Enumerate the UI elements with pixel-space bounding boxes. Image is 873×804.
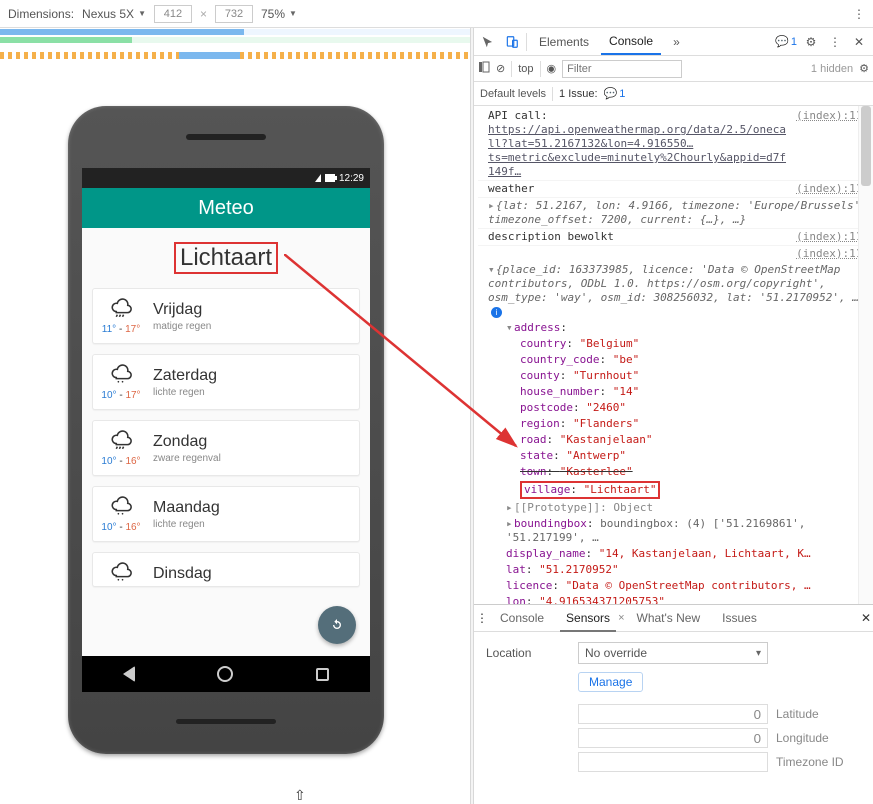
filter-input[interactable] [562, 60, 682, 78]
android-nav-bar [82, 656, 370, 692]
emulator-pane: 12:29 Meteo Lichtaart 11° - 17° [0, 28, 470, 804]
tab-elements[interactable]: Elements [531, 28, 597, 55]
sidebar-toggle-icon[interactable] [478, 61, 490, 76]
drawer-menu-icon[interactable]: ⋮ [476, 611, 488, 625]
location-select[interactable]: No override [578, 642, 768, 664]
kebab-icon[interactable]: ⋮ [825, 32, 845, 52]
dimensions-label: Dimensions: [8, 7, 74, 21]
expand-icon[interactable]: ▸ [488, 199, 496, 213]
app-title: Meteo [198, 197, 254, 220]
refresh-icon [329, 617, 345, 633]
drawer-tab-sensors[interactable]: Sensors [556, 605, 620, 631]
clear-console-icon[interactable]: ⊘ [496, 62, 505, 75]
console-toolbar: ⊘ top ◉ 1 hidden ⚙ [474, 56, 873, 82]
device-frame: 12:29 Meteo Lichtaart 11° - 17° [68, 106, 384, 754]
fab-refresh[interactable] [318, 606, 356, 644]
drawer-tab-whatsnew[interactable]: What's New [627, 605, 711, 631]
scrollbar[interactable] [858, 106, 873, 604]
rain-icon [109, 495, 134, 520]
timezone-label: Timezone ID [776, 755, 844, 769]
devtools-pane: Elements Console » 💬1 ⚙ ⋮ ✕ ⊘ top ◉ 1 hi… [474, 28, 873, 804]
context-select[interactable]: top [518, 63, 533, 75]
settings-icon[interactable]: ⚙ [801, 32, 821, 52]
issue-label: 1 Issue: [559, 88, 598, 100]
device-select[interactable]: Nexus 5X [82, 7, 146, 21]
rain-icon [109, 363, 134, 388]
resize-handle-icon[interactable]: ⇧ [294, 787, 306, 804]
android-status-bar: 12:29 [82, 168, 370, 188]
drawer-tab-console[interactable]: Console [490, 605, 554, 631]
back-icon[interactable] [123, 666, 135, 682]
issue-badge[interactable]: 💬1 [604, 87, 626, 100]
longitude-input[interactable] [578, 728, 768, 748]
battery-icon [325, 174, 335, 182]
location-label: Location [486, 646, 566, 660]
home-icon[interactable] [217, 666, 233, 682]
media-query-ruler[interactable] [0, 28, 470, 60]
expand-icon[interactable]: ▾ [488, 263, 496, 277]
console-settings-icon[interactable]: ⚙ [859, 62, 869, 75]
drawer-close-icon[interactable]: ✕ [861, 611, 871, 625]
width-input[interactable] [154, 5, 192, 23]
tab-console[interactable]: Console [601, 28, 661, 55]
recents-icon[interactable] [316, 668, 329, 681]
devtools-tabs: Elements Console » 💬1 ⚙ ⋮ ✕ [474, 28, 873, 56]
forecast-card[interactable]: 10° - 16° Zondag zware regenval [92, 420, 360, 476]
latitude-input[interactable] [578, 704, 768, 724]
console-subbar: Default levels 1 Issue: 💬1 [474, 82, 873, 106]
forecast-card[interactable]: Dinsdag [92, 552, 360, 587]
day-label: Vrijdag [153, 301, 211, 319]
day-desc: matige regen [153, 321, 211, 332]
drawer-tab-issues[interactable]: Issues [712, 605, 767, 631]
location-title-wrap: Lichtaart [92, 242, 360, 274]
rain-icon [109, 561, 134, 586]
forecast-card[interactable]: 10° - 16° Maandag lichte regen [92, 486, 360, 542]
clock-label: 12:29 [339, 173, 364, 184]
rain-icon [109, 429, 134, 454]
live-expression-icon[interactable]: ◉ [547, 62, 557, 75]
console-output[interactable]: API call: https://api.openweathermap.org… [474, 106, 873, 604]
hidden-count[interactable]: 1 hidden [811, 63, 853, 75]
api-url-link[interactable]: https://api.openweathermap.org/data/2.5/… [488, 123, 786, 178]
inspect-icon[interactable] [478, 32, 498, 52]
device-toolbar: Dimensions: Nexus 5X × 75% ⋮ [0, 0, 873, 28]
height-input[interactable] [215, 5, 253, 23]
close-icon[interactable]: ✕ [849, 32, 869, 52]
more-icon[interactable]: ⋮ [853, 7, 865, 21]
forecast-card[interactable]: 11° - 17° Vrijdag matige regen [92, 288, 360, 344]
levels-select[interactable]: Default levels [480, 88, 546, 100]
longitude-label: Longitude [776, 731, 829, 745]
drawer-panel: ⋮ Console Sensors× What's New Issues ✕ L… [474, 604, 873, 804]
app-header: Meteo [82, 188, 370, 228]
forecast-card[interactable]: 10° - 17° Zaterdag lichte regen [92, 354, 360, 410]
info-icon[interactable]: i [491, 307, 502, 318]
device-toggle-icon[interactable] [502, 32, 522, 52]
manage-button[interactable]: Manage [578, 672, 643, 692]
timezone-input[interactable] [578, 752, 768, 772]
location-title: Lichtaart [174, 242, 278, 274]
signal-icon [315, 174, 321, 182]
messages-badge[interactable]: 💬1 [775, 35, 797, 48]
tab-more[interactable]: » [665, 28, 688, 55]
zoom-select[interactable]: 75% [261, 7, 297, 21]
village-highlight: village: "Lichtaart" [520, 481, 660, 499]
latitude-label: Latitude [776, 707, 819, 721]
rain-icon [109, 297, 134, 322]
